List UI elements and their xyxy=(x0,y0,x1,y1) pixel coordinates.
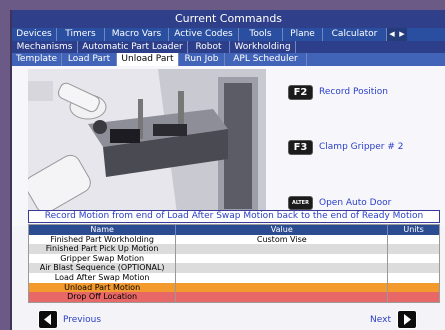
table-row[interactable]: Finished Part Pick Up Motion xyxy=(29,244,439,254)
tab-tools[interactable]: Tools xyxy=(239,28,283,41)
row-name: Gripper Swap Motion xyxy=(29,253,177,264)
row-units xyxy=(388,292,439,302)
row-value[interactable] xyxy=(176,292,389,302)
tab-unload-part[interactable]: Unload Part xyxy=(117,53,179,66)
record-position-label: Record Position xyxy=(319,87,388,97)
header-name: Name xyxy=(29,225,177,235)
row-name: Unload Part Motion xyxy=(29,282,177,293)
navigation-bar: Previous Next xyxy=(12,306,445,330)
tab-mechanisms[interactable]: Mechanisms xyxy=(12,40,78,53)
row-value[interactable] xyxy=(176,263,389,273)
tab-workholding[interactable]: Workholding xyxy=(230,40,296,53)
row-name: Finished Part Workholding xyxy=(29,234,177,245)
table-row[interactable]: Air Blast Sequence (OPTIONAL) xyxy=(29,263,439,273)
tab-automatic-part-loader[interactable]: Automatic Part Loader xyxy=(78,40,188,53)
arrow-left-icon xyxy=(44,314,51,325)
table-row[interactable]: Finished Part Workholding Custom Vise xyxy=(29,234,439,245)
next-label[interactable]: Next xyxy=(370,315,391,325)
alter-key[interactable]: ALTER xyxy=(288,195,313,210)
row-value[interactable] xyxy=(176,244,389,254)
header-units: Units xyxy=(403,225,424,234)
table-row-selected[interactable]: Unload Part Motion xyxy=(29,282,439,293)
open-auto-door-action[interactable]: ALTER Open Auto Door xyxy=(288,195,392,210)
open-auto-door-label: Open Auto Door xyxy=(319,197,392,208)
table-row-pending[interactable]: Drop Off Location xyxy=(29,292,439,302)
f3-key[interactable]: F3 xyxy=(288,139,313,155)
motion-table: Name Value Units Finished Part Workholdi… xyxy=(28,224,440,303)
tab-scroll-left-icon[interactable]: ◀ xyxy=(387,28,397,41)
row-name: Air Blast Sequence (OPTIONAL) xyxy=(29,263,177,273)
row-name: Finished Part Pick Up Motion xyxy=(29,244,177,254)
f2-key[interactable]: F2 xyxy=(288,84,313,100)
row-units xyxy=(388,235,439,245)
row-units xyxy=(388,273,439,283)
previous-label[interactable]: Previous xyxy=(63,315,101,325)
tab-run-job[interactable]: Run Job xyxy=(179,53,225,66)
tab-robot[interactable]: Robot xyxy=(188,40,230,53)
tab-row-top: Devices Timers Macro Vars Active Codes T… xyxy=(12,28,445,41)
clamp-gripper-label: Clamp Gripper # 2 xyxy=(319,142,404,152)
header-value: Value xyxy=(176,225,389,235)
row-value[interactable] xyxy=(176,272,389,283)
row-value[interactable] xyxy=(176,282,389,293)
previous-button[interactable] xyxy=(38,310,58,329)
instruction-text: Record Motion from end of Load After Swa… xyxy=(28,210,440,223)
row-name: Load After Swap Motion xyxy=(29,272,177,283)
tab-active-codes[interactable]: Active Codes xyxy=(169,28,239,41)
tab-macro-vars[interactable]: Macro Vars xyxy=(105,28,169,41)
row-value[interactable]: Custom Vise xyxy=(176,234,389,245)
tab-devices[interactable]: Devices xyxy=(12,28,57,41)
tab-calculator[interactable]: Calculator xyxy=(323,28,387,41)
tab-row-bottom: Template Load Part Unload Part Run Job A… xyxy=(12,53,445,66)
row-units xyxy=(388,254,439,264)
tab-row-middle: Mechanisms Automatic Part Loader Robot W… xyxy=(12,40,445,53)
row-value[interactable] xyxy=(176,253,389,264)
row-units xyxy=(388,263,439,273)
tab-plane[interactable]: Plane xyxy=(283,28,323,41)
table-row[interactable]: Gripper Swap Motion xyxy=(29,253,439,264)
arrow-right-icon xyxy=(404,314,411,325)
tab-timers[interactable]: Timers xyxy=(57,28,105,41)
tab-scroll-arrows: ◀ ▶ xyxy=(387,28,407,41)
clamp-gripper-action[interactable]: F3 Clamp Gripper # 2 xyxy=(288,139,404,155)
current-commands-window: Current Commands Devices Timers Macro Va… xyxy=(10,10,445,330)
tab-scroll-right-icon[interactable]: ▶ xyxy=(397,28,407,41)
record-position-action[interactable]: F2 Record Position xyxy=(288,84,388,100)
next-button[interactable] xyxy=(397,310,417,329)
tab-template[interactable]: Template xyxy=(12,53,62,66)
content-panel: F2 Record Position F3 Clamp Gripper # 2 … xyxy=(12,65,445,226)
window-title: Current Commands xyxy=(12,10,445,28)
table-row[interactable]: Load After Swap Motion xyxy=(29,272,439,283)
table-header: Name Value Units xyxy=(29,225,439,235)
row-name: Drop Off Location xyxy=(29,292,177,302)
tab-load-part[interactable]: Load Part xyxy=(62,53,117,66)
tab-apl-scheduler[interactable]: APL Scheduler xyxy=(225,53,307,66)
machine-illustration xyxy=(28,68,266,221)
row-units xyxy=(388,283,439,293)
row-units xyxy=(388,244,439,254)
